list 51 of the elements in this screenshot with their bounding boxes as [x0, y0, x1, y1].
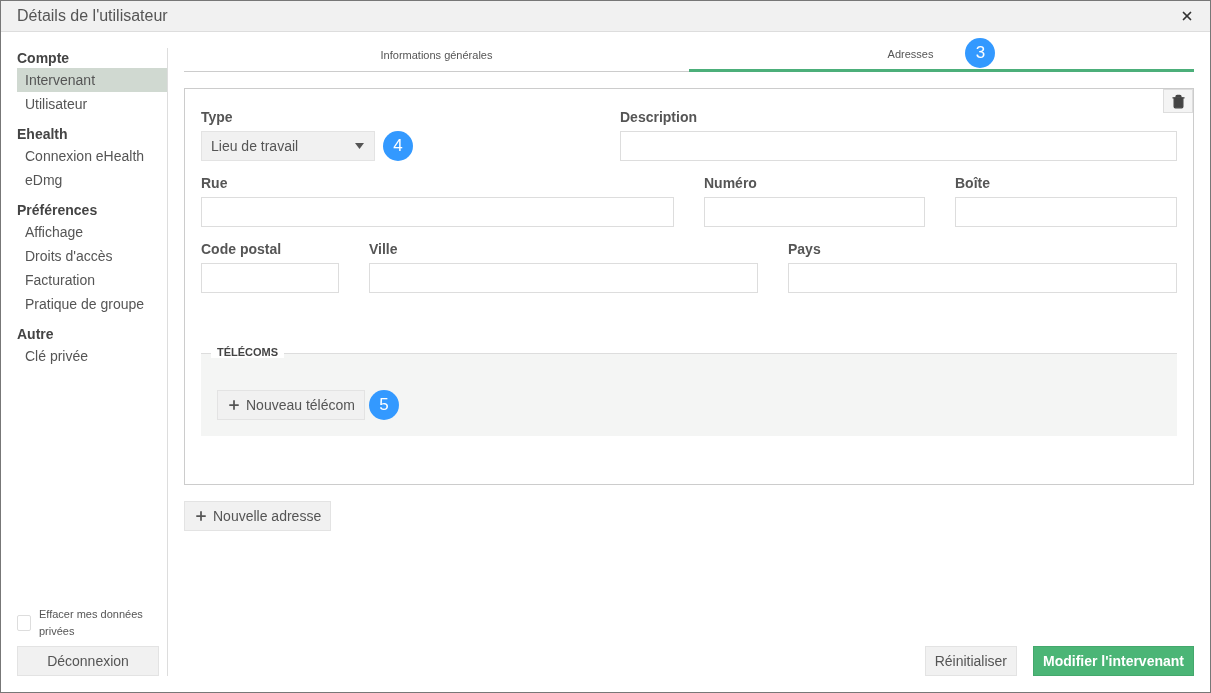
close-button[interactable] [1180, 9, 1194, 23]
field-label: Boîte [955, 174, 991, 193]
window-title: Détails de l'utilisateur [17, 7, 168, 25]
sidebar-item[interactable]: Connexion eHealth [17, 144, 167, 168]
sidebar-item[interactable]: Affichage [17, 220, 167, 244]
section-heading: Préférences [17, 201, 99, 220]
section-heading: Compte [17, 49, 71, 68]
trash-icon [1170, 93, 1186, 109]
input-field[interactable] [201, 197, 674, 227]
logout-button[interactable]: Déconnexion [17, 646, 159, 676]
sidebar-item[interactable]: Pratique de groupe [17, 292, 167, 316]
plus-icon [227, 398, 241, 412]
section-heading: Autre [17, 325, 55, 344]
reset-button[interactable]: Réinitialiser [924, 646, 1017, 676]
field-label: Description [620, 108, 698, 127]
section-heading: Ehealth [17, 125, 69, 144]
tab-label: Adresses [887, 47, 934, 60]
tab[interactable]: Informations générales [184, 38, 689, 72]
number-badge: 4 [383, 131, 413, 161]
sidebar-item[interactable]: Utilisateur [17, 92, 167, 116]
field-label: Code postal [201, 240, 283, 259]
sidebar-item[interactable]: Droits d'accès [17, 244, 167, 268]
sidebar-item[interactable]: Intervenant [17, 68, 167, 92]
delete-button[interactable] [1163, 89, 1193, 113]
sidebar-item[interactable]: eDmg [17, 168, 167, 192]
input-field[interactable] [620, 131, 1177, 161]
type-dropdown[interactable]: Lieu de travail [201, 131, 375, 161]
field-label: Type [201, 108, 234, 127]
field-label: Ville [369, 240, 399, 259]
checkbox[interactable] [17, 615, 31, 631]
number-badge: 5 [368, 390, 399, 420]
sidebar-item[interactable]: Facturation [17, 268, 167, 292]
input-field[interactable] [955, 197, 1177, 227]
tab-label: Informations générales [380, 48, 493, 61]
tab[interactable]: Adresses 3 [689, 38, 1194, 72]
add-telecom-button[interactable]: Nouveau télécom [217, 390, 365, 420]
field-label: Numéro [704, 174, 758, 193]
plus-icon [194, 509, 208, 523]
sidebar-item[interactable]: Clé privée [17, 344, 167, 368]
checkbox-label: Effacer mes données privées [39, 607, 144, 639]
caret-icon [355, 143, 364, 149]
number-badge: 3 [965, 37, 996, 68]
input-field[interactable] [369, 263, 758, 293]
field-label: Rue [201, 174, 229, 193]
input-field[interactable] [788, 263, 1177, 293]
field-label: Pays [788, 240, 822, 259]
add-address-button[interactable]: Nouvelle adresse [184, 501, 332, 531]
close-icon [1180, 9, 1194, 23]
section-title: TÉLÉCOMS [211, 346, 285, 358]
input-field[interactable] [704, 197, 925, 227]
input-field[interactable] [201, 263, 339, 293]
